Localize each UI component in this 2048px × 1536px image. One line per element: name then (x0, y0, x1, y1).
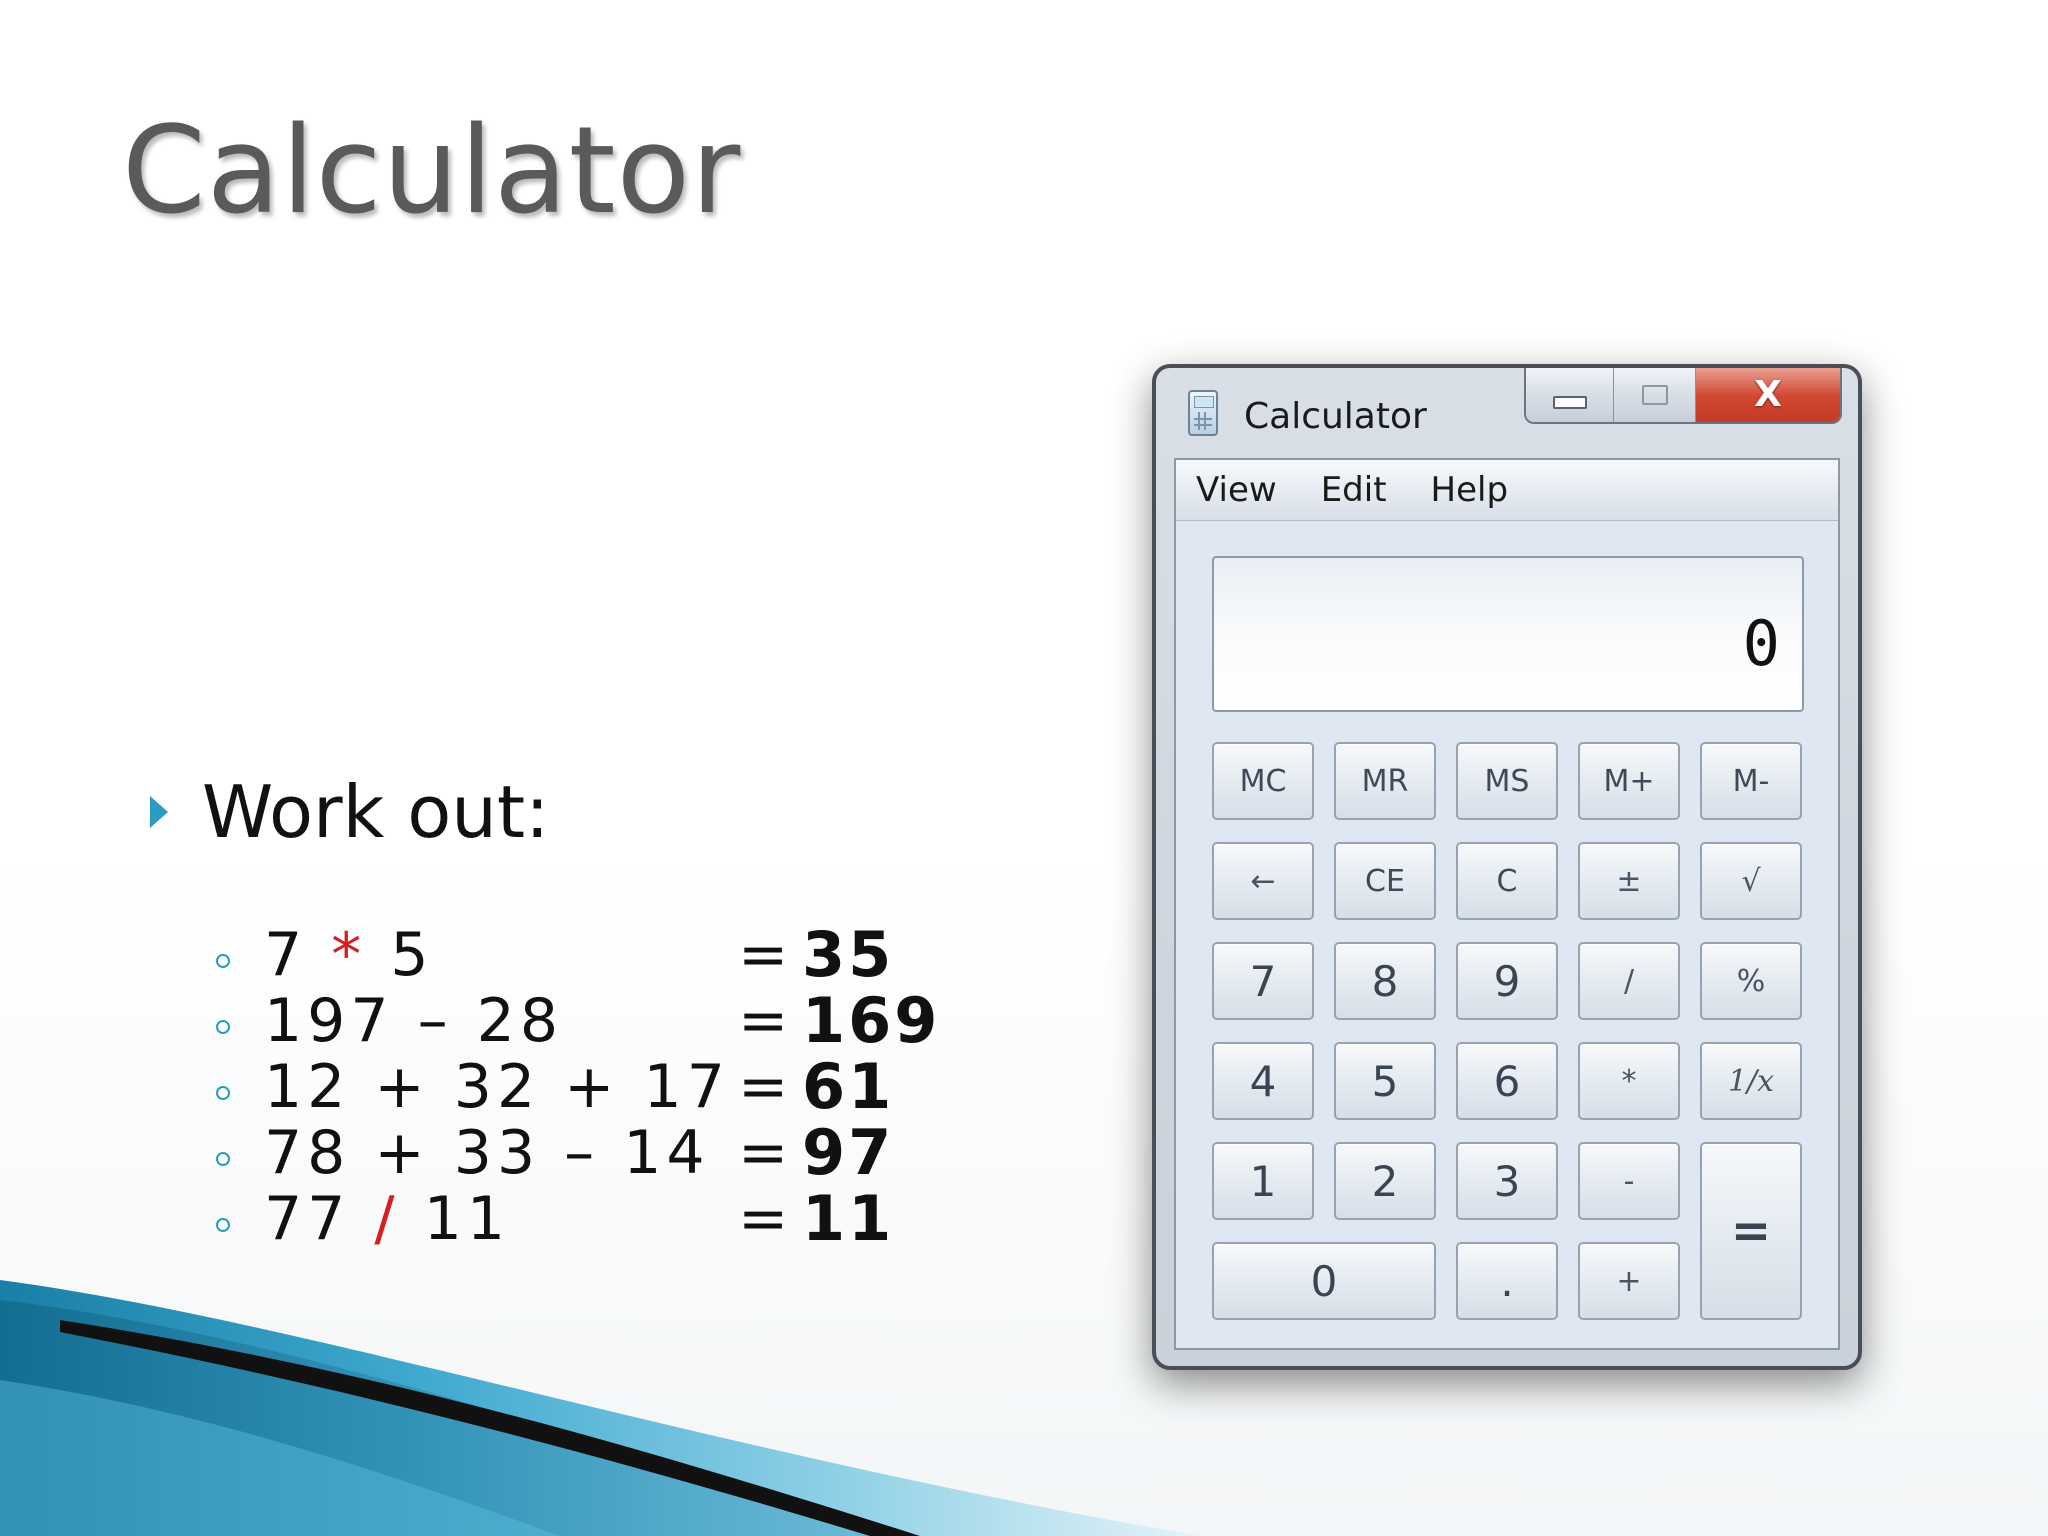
minimize-icon (1552, 395, 1587, 409)
expr-left: 7 (264, 920, 332, 990)
calculator-body: View Edit Help 0 MC MR MS M+ M- ← CE C ±… (1174, 458, 1840, 1350)
equals-sign: = (738, 920, 789, 990)
divide-button[interactable]: / (1578, 942, 1680, 1020)
equals-sign: = (738, 1118, 789, 1188)
equation-expression: 12 + 32 + 17 (264, 1052, 730, 1122)
equation-expression: 77 / 11 (264, 1186, 510, 1252)
calculator-app-icon (1188, 390, 1218, 436)
circle-bullet-icon (216, 1218, 230, 1232)
equation-row: 12 + 32 + 17 = 61 (210, 1054, 970, 1120)
maximize-button[interactable] (1614, 368, 1696, 422)
equation-expression: 78 + 33 – 14 (264, 1118, 710, 1188)
close-icon: X (1754, 374, 1782, 415)
digit-1-button[interactable]: 1 (1212, 1142, 1314, 1220)
equals-button[interactable]: = (1700, 1142, 1802, 1320)
calculator-display: 0 (1212, 556, 1804, 712)
equation-row: 77 / 11 = 11 (210, 1186, 970, 1252)
circle-bullet-icon (216, 1086, 230, 1100)
equation-result: 35 (802, 918, 895, 991)
equals-sign: = (738, 1184, 789, 1254)
equation-row: 7 * 5 = 35 (210, 922, 970, 988)
equals-sign: = (738, 986, 789, 1056)
equation-expression: 197 – 28 (264, 986, 564, 1056)
add-button[interactable]: + (1578, 1242, 1680, 1320)
maximize-icon (1641, 385, 1668, 405)
bullet-work-out: Work out: (150, 770, 549, 854)
triangle-bullet-icon (150, 796, 168, 828)
ms-button[interactable]: MS (1456, 742, 1558, 820)
digit-0-button[interactable]: 0 (1212, 1242, 1436, 1320)
title-bar[interactable]: Calculator X (1156, 368, 1858, 460)
circle-bullet-icon (216, 954, 230, 968)
expr-right: 5 (366, 920, 434, 990)
equation-result: 169 (802, 984, 941, 1057)
menu-help[interactable]: Help (1431, 470, 1509, 510)
m-minus-button[interactable]: M- (1700, 742, 1802, 820)
subtract-button[interactable]: - (1578, 1142, 1680, 1220)
digit-5-button[interactable]: 5 (1334, 1042, 1436, 1120)
menu-bar: View Edit Help (1176, 460, 1838, 521)
mc-button[interactable]: MC (1212, 742, 1314, 820)
circle-bullet-icon (216, 1020, 230, 1034)
digit-2-button[interactable]: 2 (1334, 1142, 1436, 1220)
m-plus-button[interactable]: M+ (1578, 742, 1680, 820)
clear-button[interactable]: C (1456, 842, 1558, 920)
percent-button[interactable]: % (1700, 942, 1802, 1020)
menu-view[interactable]: View (1196, 470, 1277, 510)
plus-minus-button[interactable]: ± (1578, 842, 1680, 920)
decimal-button[interactable]: . (1456, 1242, 1558, 1320)
equals-sign: = (738, 1052, 789, 1122)
mr-button[interactable]: MR (1334, 742, 1436, 820)
window-title: Calculator (1244, 396, 1427, 437)
digit-6-button[interactable]: 6 (1456, 1042, 1558, 1120)
multiply-button[interactable]: * (1578, 1042, 1680, 1120)
expr-operator: * (331, 920, 367, 990)
slide-title: Calculator (122, 102, 742, 241)
equation-result: 97 (802, 1116, 895, 1189)
menu-edit[interactable]: Edit (1321, 470, 1387, 510)
digit-8-button[interactable]: 8 (1334, 942, 1436, 1020)
equation-result: 61 (802, 1050, 895, 1123)
circle-bullet-icon (216, 1152, 230, 1166)
equation-expression: 7 * 5 (264, 922, 434, 988)
ce-button[interactable]: CE (1334, 842, 1436, 920)
display-value: 0 (1742, 607, 1780, 680)
expr-left: 77 (264, 1184, 375, 1254)
equation-list: 7 * 5 = 35 197 – 28 = 169 12 + 32 + 17 =… (210, 922, 970, 1252)
expr-right: 11 (399, 1184, 511, 1254)
digit-9-button[interactable]: 9 (1456, 942, 1558, 1020)
equation-row: 197 – 28 = 169 (210, 988, 970, 1054)
sqrt-button[interactable]: √ (1700, 842, 1802, 920)
expr-operator: / (374, 1184, 400, 1254)
backspace-button[interactable]: ← (1212, 842, 1314, 920)
digit-4-button[interactable]: 4 (1212, 1042, 1314, 1120)
calculator-window: Calculator X View Edit Help 0 MC MR MS M… (1152, 364, 1862, 1370)
digit-3-button[interactable]: 3 (1456, 1142, 1558, 1220)
reciprocal-button[interactable]: 1/x (1700, 1042, 1802, 1120)
bullet-text: Work out: (202, 770, 550, 854)
close-button[interactable]: X (1696, 368, 1840, 422)
equation-row: 78 + 33 – 14 = 97 (210, 1120, 970, 1186)
minimize-button[interactable] (1526, 368, 1614, 422)
decorative-swoosh (0, 1280, 1200, 1536)
window-controls: X (1524, 368, 1842, 424)
digit-7-button[interactable]: 7 (1212, 942, 1314, 1020)
equation-result: 11 (802, 1182, 895, 1255)
